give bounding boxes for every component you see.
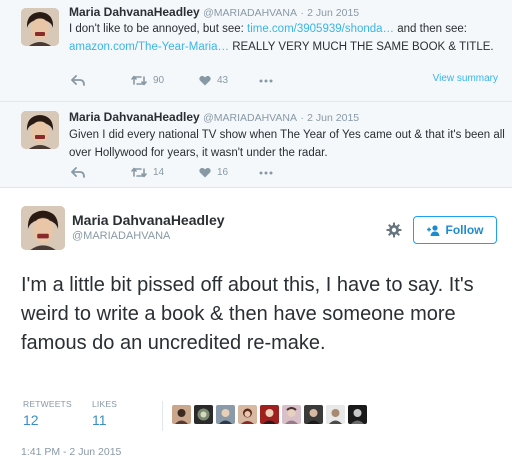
follow-button[interactable]: Follow [413,216,497,244]
tweet-actions: 90 43 [71,75,273,86]
amazon-link[interactable]: amazon.com/The-Year-Maria… [69,41,229,53]
stats-divider [162,401,163,431]
author-handle[interactable]: @MARIADAHVANA [72,230,170,242]
liker-avatar[interactable] [282,405,301,424]
liker-avatar[interactable] [172,405,191,424]
more-button[interactable] [259,171,273,175]
likes-count[interactable]: 11 [92,412,107,428]
retweet-count: 90 [153,75,165,86]
follow-person-icon [426,224,439,236]
more-button[interactable] [259,79,273,83]
reply-button[interactable] [71,75,131,86]
more-icon [259,171,273,174]
avatar-image [21,111,59,149]
tweet-text: I don't like to be annoyed, but see: tim… [69,20,509,56]
liker-avatar[interactable] [194,405,213,424]
more-icon [259,79,273,82]
author-name[interactable]: Maria DahvanaHeadley [69,5,200,19]
liker-avatar[interactable] [348,405,367,424]
liker-avatar[interactable] [238,405,257,424]
tweet-date[interactable]: 2 Jun 2015 [307,112,359,124]
retweet-count: 14 [153,167,165,178]
likes-label: LIKES [92,399,118,409]
like-count: 16 [217,167,229,178]
tweet-header: Maria DahvanaHeadley @MARIADAHVANA · 2 J… [69,5,359,19]
avatar[interactable] [21,111,59,149]
tweet-text: I'm a little bit pissed off about this, … [21,274,474,354]
text-segment: REALLY VERY MUCH THE SAME BOOK & TITLE. [229,41,494,53]
like-count: 43 [217,75,229,86]
like-button[interactable]: 16 [199,167,259,178]
author-name[interactable]: Maria DahvanaHeadley [69,110,200,124]
tweet-reply-1[interactable]: Maria DahvanaHeadley @MARIADAHVANA · 2 J… [0,0,512,102]
liker-avatars [172,405,367,424]
view-summary-link[interactable]: View summary [433,73,498,84]
retweet-button[interactable]: 90 [131,75,199,86]
tweet-actions: 14 16 [71,167,273,178]
text-segment: and then see: [394,23,467,35]
tweet-text: Given I did every national TV show when … [69,129,505,159]
author-handle[interactable]: @MARIADAHVANA [203,7,297,19]
separator-dot: · [300,7,304,19]
tweet-header: Maria DahvanaHeadley @MARIADAHVANA · 2 J… [69,110,359,124]
avatar-image [21,206,65,250]
retweets-count[interactable]: 12 [23,412,39,428]
like-button[interactable]: 43 [199,75,259,86]
author-name[interactable]: Maria DahvanaHeadley [72,212,225,228]
tweet-timestamp[interactable]: 1:41 PM - 2 Jun 2015 [21,446,121,458]
liker-avatar[interactable] [304,405,323,424]
settings-button[interactable] [386,222,402,243]
liker-avatar[interactable] [216,405,235,424]
liker-avatar[interactable] [326,405,345,424]
separator-dot: · [300,112,304,124]
retweets-label: RETWEETS [23,399,72,409]
retweet-icon [131,167,147,178]
follow-label: Follow [445,223,484,237]
reply-icon [71,75,85,86]
retweet-icon [131,75,147,86]
tweet-date[interactable]: 2 Jun 2015 [307,7,359,19]
author-handle[interactable]: @MARIADAHVANA [203,112,297,124]
reply-icon [71,167,85,178]
avatar-image [21,8,59,46]
reply-button[interactable] [71,167,131,178]
avatar[interactable] [21,8,59,46]
avatar[interactable] [21,206,65,250]
text-segment: I don't like to be annoyed, but see: [69,23,248,35]
retweet-button[interactable]: 14 [131,167,199,178]
gear-icon [386,222,402,238]
heart-icon [199,167,211,178]
main-tweet: Maria DahvanaHeadley @MARIADAHVANA Follo… [0,188,512,467]
liker-avatar[interactable] [260,405,279,424]
heart-icon [199,75,211,86]
time-link[interactable]: time.com/3905939/shonda… [247,23,394,35]
